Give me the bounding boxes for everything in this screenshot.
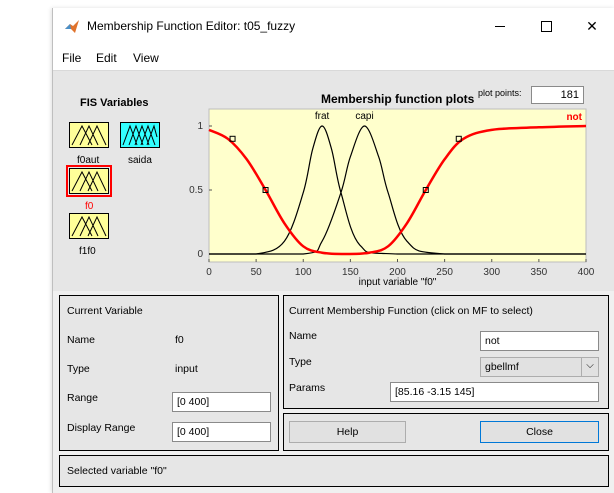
close-button[interactable]: Close [480, 421, 599, 443]
fis-output-saida[interactable] [120, 122, 160, 148]
y-tick-label: 1 [197, 121, 203, 132]
fis-input-label: f1f0 [79, 246, 96, 257]
mf-name-label: Name [289, 330, 318, 342]
y-tick-label: 0 [197, 249, 203, 260]
x-axis-label: input variable "f0" [359, 277, 437, 288]
minimize-icon [495, 26, 505, 27]
maximize-icon [541, 21, 552, 32]
current-mf-panel: Current Membership Function (click on MF… [283, 295, 609, 409]
cv-type-value: input [175, 363, 198, 375]
chevron-down-icon: ⌵ [581, 358, 598, 376]
mf-type-label: Type [289, 356, 312, 368]
menu-file[interactable]: File [62, 51, 81, 65]
fis-input-label: f0aut [77, 155, 100, 166]
plot-area [208, 108, 587, 263]
help-button[interactable]: Help [289, 421, 406, 443]
mf-name-input[interactable]: not [480, 331, 599, 351]
top-area: FIS Variables f0aut saida f0 f1f0 Member… [53, 71, 614, 291]
fis-input-f0[interactable] [66, 165, 112, 197]
cv-range-label: Range [67, 392, 98, 404]
mf-label-frat: frat [315, 111, 330, 122]
x-tick-label: 300 [483, 267, 500, 278]
cv-name-value: f0 [175, 334, 184, 346]
matlab-icon [65, 20, 79, 33]
fis-variables-title: FIS Variables [80, 97, 149, 109]
range-input[interactable]: [0 400] [172, 392, 271, 412]
mf-shape-icon [71, 170, 107, 192]
window-title: Membership Function Editor: t05_fuzzy [87, 19, 296, 33]
cv-type-label: Type [67, 363, 90, 375]
x-tick-label: 150 [342, 267, 359, 278]
plot-points-label: plot points: [478, 88, 522, 98]
mf-label-capi: capi [355, 111, 373, 122]
fis-input-label-selected: f0 [85, 201, 94, 212]
fis-input-f1f0[interactable] [69, 213, 109, 239]
maximize-button[interactable] [523, 8, 569, 44]
display-range-input[interactable]: [0 400] [172, 422, 271, 442]
mf-shape-icon [71, 124, 107, 146]
menu-bar: File Edit View [53, 44, 614, 71]
x-tick-label: 400 [578, 267, 595, 278]
current-variable-header: Current Variable [67, 305, 143, 317]
menu-edit[interactable]: Edit [96, 51, 117, 65]
fis-input-f0aut[interactable] [69, 122, 109, 148]
x-tick-label: 350 [531, 267, 548, 278]
cv-name-label: Name [67, 334, 96, 346]
y-tick-label: 0.5 [189, 185, 203, 196]
cv-display-range-label: Display Range [67, 422, 136, 434]
mf-shape-icon [71, 215, 107, 237]
title-bar: Membership Function Editor: t05_fuzzy ✕ [53, 8, 614, 44]
menu-view[interactable]: View [133, 51, 159, 65]
buttons-panel: Help Close [283, 413, 609, 451]
current-variable-panel: Current Variable Name f0 Type input Rang… [59, 295, 279, 451]
mf-shape-icon [122, 124, 158, 146]
mf-type-dropdown[interactable]: gbellmf ⌵ [480, 357, 599, 377]
membership-function-plot[interactable]: 0 50 100 150 200 250 300 350 40000.51input varia… [188, 102, 608, 292]
close-window-button[interactable]: ✕ [569, 8, 614, 44]
close-icon: ✕ [586, 18, 598, 34]
mf-params-label: Params [289, 382, 326, 394]
minimize-button[interactable] [477, 8, 523, 44]
mf-editor-window: Membership Function Editor: t05_fuzzy ✕ … [52, 8, 614, 493]
x-tick-label: 50 [251, 267, 263, 278]
mf-params-input[interactable]: [85.16 -3.15 145] [390, 382, 599, 402]
current-mf-header: Current Membership Function (click on MF… [289, 305, 533, 317]
fis-output-label: saida [128, 155, 152, 166]
mf-label-not: not [566, 112, 582, 123]
x-tick-label: 100 [295, 267, 312, 278]
status-text: Selected variable "f0" [67, 465, 167, 477]
x-tick-label: 250 [436, 267, 453, 278]
x-tick-label: 0 [206, 267, 212, 278]
status-bar: Selected variable "f0" [59, 455, 609, 487]
mf-type-value: gbellmf [485, 361, 519, 373]
